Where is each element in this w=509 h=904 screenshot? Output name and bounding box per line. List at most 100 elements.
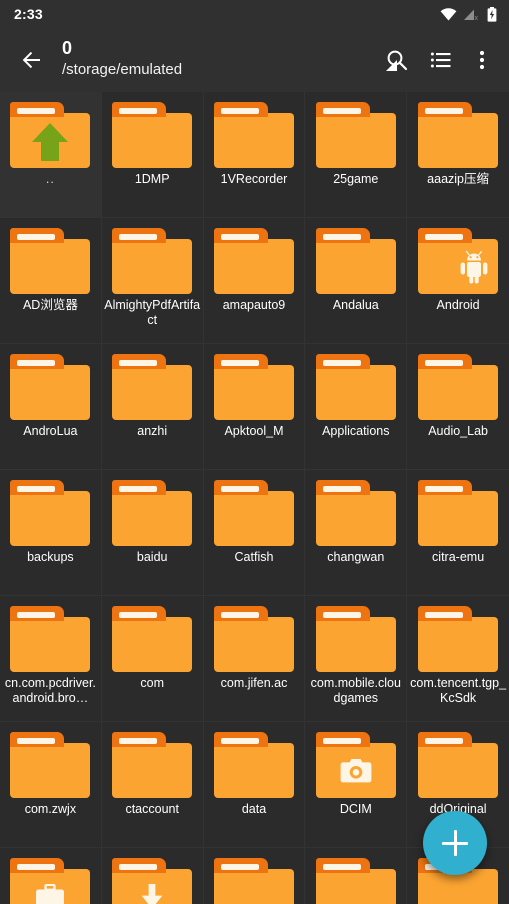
grid-item[interactable]: Andalua bbox=[305, 218, 408, 344]
grid-item[interactable]: AD浏览器 bbox=[0, 218, 102, 344]
grid-item[interactable]: com.mobile.cloudgames bbox=[305, 596, 408, 722]
grid-item[interactable]: AndroLua bbox=[0, 344, 102, 470]
folder-body bbox=[213, 365, 294, 420]
grid-item-label: anzhi bbox=[137, 424, 168, 438]
grid-item[interactable]: Catfish bbox=[203, 470, 306, 596]
grid-item-label: citra-emu bbox=[432, 550, 485, 564]
file-grid: .. 1DMP 1VRecorder 25game aaazip压缩 AD浏览器 Almig… bbox=[0, 92, 509, 904]
folder-stripe bbox=[322, 360, 361, 366]
grid-item-label: 1DMP bbox=[134, 172, 170, 186]
grid-item-label: Android bbox=[436, 298, 480, 312]
grid-item[interactable]: AlmightyPdfArtifact bbox=[101, 218, 204, 344]
folder-stripe bbox=[322, 612, 361, 618]
folder-body bbox=[315, 239, 396, 294]
grid-item-label: com bbox=[140, 676, 164, 690]
folder-icon bbox=[213, 480, 294, 546]
grid-item[interactable] bbox=[204, 848, 306, 904]
search-button[interactable] bbox=[375, 40, 419, 84]
grid-item[interactable]: amapauto9 bbox=[203, 218, 306, 344]
grid-item[interactable]: com.tencent.tgp_KcSdk bbox=[407, 596, 509, 722]
grid-item[interactable]: Apktool_M bbox=[203, 344, 306, 470]
add-fab-button[interactable] bbox=[423, 811, 487, 875]
grid-item[interactable] bbox=[305, 848, 408, 904]
folder-icon bbox=[213, 606, 294, 672]
folder-body bbox=[418, 113, 499, 168]
arrow-back-icon bbox=[20, 48, 44, 77]
folder-icon bbox=[10, 606, 91, 672]
grid-item[interactable]: 1DMP bbox=[101, 92, 204, 218]
grid-item-label: Applications bbox=[322, 424, 390, 438]
grid-item[interactable]: data bbox=[203, 722, 306, 848]
folder-icon bbox=[112, 102, 193, 168]
grid-item[interactable]: com.zwjx bbox=[0, 722, 102, 848]
folder-icon bbox=[213, 732, 294, 798]
folder-body bbox=[213, 617, 294, 672]
expand-triangle-icon[interactable] bbox=[386, 60, 397, 71]
grid-item[interactable]: 1VRecorder bbox=[203, 92, 306, 218]
folder-stripe bbox=[322, 486, 361, 492]
folder-stripe bbox=[425, 486, 464, 492]
folder-stripe bbox=[220, 738, 259, 744]
folder-stripe bbox=[322, 108, 361, 114]
app-toolbar: 0 /storage/emulated bbox=[0, 28, 509, 92]
grid-item[interactable]: Android bbox=[407, 218, 509, 344]
folder-body bbox=[213, 491, 294, 546]
folder-stripe bbox=[119, 108, 158, 114]
grid-item-label: amapauto9 bbox=[222, 298, 286, 312]
folder-stripe bbox=[119, 738, 158, 744]
grid-item[interactable]: com bbox=[101, 596, 204, 722]
folder-icon bbox=[10, 354, 91, 420]
grid-item[interactable]: Audio_Lab bbox=[407, 344, 509, 470]
folder-icon bbox=[112, 228, 193, 294]
folder-icon bbox=[418, 228, 499, 294]
folder-body bbox=[112, 113, 193, 168]
folder-stripe bbox=[220, 108, 259, 114]
folder-stripe bbox=[17, 612, 56, 618]
folder-stripe bbox=[220, 486, 259, 492]
folder-stripe bbox=[17, 234, 56, 240]
grid-item-label: Andalua bbox=[332, 298, 379, 312]
folder-icon bbox=[112, 354, 193, 420]
folder-stripe bbox=[220, 360, 259, 366]
grid-item-label: cn.com.pcdriver.android.bro… bbox=[4, 676, 96, 705]
path-title-block[interactable]: 0 /storage/emulated bbox=[56, 34, 397, 80]
grid-item-label: AD浏览器 bbox=[22, 298, 78, 312]
grid-item[interactable]: changwan bbox=[305, 470, 408, 596]
folder-stripe bbox=[425, 738, 464, 744]
status-clock: 2:33 bbox=[14, 6, 43, 22]
grid-item[interactable]: backups bbox=[0, 470, 102, 596]
grid-item[interactable]: .. bbox=[0, 92, 102, 218]
folder-stripe bbox=[119, 486, 158, 492]
folder-icon bbox=[10, 858, 91, 904]
folder-icon bbox=[112, 732, 193, 798]
grid-item-label: com.tencent.tgp_KcSdk bbox=[410, 676, 507, 705]
folder-body bbox=[112, 239, 193, 294]
folder-body bbox=[213, 869, 294, 904]
grid-item[interactable]: cn.com.pcdriver.android.bro… bbox=[0, 596, 102, 722]
back-button[interactable] bbox=[8, 38, 56, 86]
folder-body bbox=[418, 617, 499, 672]
grid-item[interactable]: citra-emu bbox=[407, 470, 509, 596]
folder-body bbox=[315, 491, 396, 546]
grid-item[interactable] bbox=[0, 848, 102, 904]
grid-item[interactable]: 25game bbox=[305, 92, 408, 218]
grid-item[interactable]: anzhi bbox=[101, 344, 204, 470]
folder-icon bbox=[10, 102, 91, 168]
folder-stripe bbox=[322, 234, 361, 240]
grid-item[interactable]: com.jifen.ac bbox=[203, 596, 306, 722]
folder-body bbox=[418, 365, 499, 420]
folder-body bbox=[112, 491, 193, 546]
folder-stripe bbox=[220, 864, 259, 870]
grid-item[interactable]: aaazip压缩 bbox=[407, 92, 509, 218]
folder-stripe bbox=[322, 864, 361, 870]
briefcase-icon bbox=[10, 869, 90, 904]
grid-item[interactable]: DCIM bbox=[305, 722, 408, 848]
view-mode-button[interactable] bbox=[419, 40, 463, 84]
grid-item[interactable] bbox=[102, 848, 204, 904]
grid-item[interactable]: baidu bbox=[101, 470, 204, 596]
up-arrow-icon bbox=[10, 113, 90, 168]
folder-stripe bbox=[119, 234, 158, 240]
overflow-menu-button[interactable] bbox=[463, 40, 501, 84]
grid-item[interactable]: ctaccount bbox=[101, 722, 204, 848]
grid-item[interactable]: Applications bbox=[305, 344, 408, 470]
